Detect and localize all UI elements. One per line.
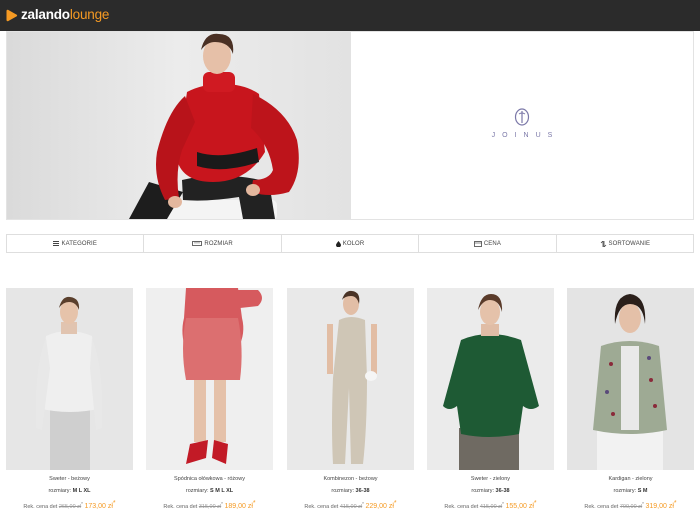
price-prefix: Rek. cena det: [304, 503, 339, 510]
size-values: S M: [637, 488, 648, 494]
size-values: 36-38: [355, 488, 370, 494]
filter-price[interactable]: CENA: [419, 235, 557, 252]
product-image: [287, 288, 414, 470]
product-name: Kombinezon - beżowy: [323, 476, 378, 482]
product-card[interactable]: Sweter - beżowy rozmiary: M L XL Rek. ce…: [6, 288, 133, 514]
product-sizes: rozmiary: 36-38: [471, 488, 510, 494]
filter-label: ROZMIAR: [204, 240, 233, 247]
sale-price: 173,00 zł: [84, 502, 113, 510]
price-footnote: *: [252, 500, 256, 507]
play-logo-icon: [6, 9, 18, 21]
price-prefix: Rek. cena det: [23, 503, 58, 510]
sale-price: 189,00 zł: [224, 502, 253, 510]
product-name: Spódnica ołówkowa - różowy: [174, 476, 245, 482]
product-image: [146, 288, 273, 470]
filter-categories[interactable]: KATEGORIE: [7, 235, 145, 252]
sale-price: 155,00 zł: [505, 502, 534, 510]
campaign-banner[interactable]: JOINUS: [6, 31, 694, 220]
drop-icon: [335, 240, 341, 247]
price-footnote: *: [393, 500, 397, 507]
size-values: 36-38: [495, 488, 510, 494]
price-footnote: *: [533, 500, 537, 507]
price-footnote: *: [642, 501, 644, 506]
product-price: Rek. cena det 700,00 zł* 319,00 zł*: [567, 500, 694, 510]
price-footnote: *: [112, 500, 116, 507]
sort-icon: [600, 240, 606, 247]
filter-label: SORTOWANIE: [608, 240, 651, 247]
price-prefix: Rek. cena det: [163, 503, 198, 510]
ruler-icon: [192, 241, 203, 246]
filter-label: KATEGORIE: [61, 240, 97, 247]
filter-label: KOLOR: [342, 240, 365, 247]
product-card[interactable]: Sweter - zielony rozmiary: 36-38 Rek. ce…: [427, 288, 554, 514]
product-price: Rek. cena det 315,00 zł* 189,00 zł*: [146, 500, 273, 510]
list-icon: [53, 241, 60, 246]
old-price: 415,00 zł: [339, 503, 363, 510]
filter-label: CENA: [483, 240, 501, 247]
brand-panel: JOINUS: [351, 32, 693, 219]
logo-word-zalando: zalando: [21, 7, 70, 22]
old-price: 700,00 zł: [619, 503, 643, 510]
filter-sort[interactable]: SORTOWANIE: [557, 235, 693, 252]
product-price: Rek. cena det 265,00 zł* 173,00 zł*: [6, 500, 133, 510]
product-sizes: rozmiary: 36-38: [331, 488, 370, 494]
filter-color[interactable]: KOLOR: [282, 235, 420, 252]
product-card[interactable]: Kombinezon - beżowy rozmiary: 36-38 Rek.…: [287, 288, 414, 514]
price-footnote: *: [221, 501, 223, 506]
product-sizes: rozmiary: S M: [613, 488, 648, 494]
product-image: [427, 288, 554, 470]
product-image: [567, 288, 694, 470]
product-sizes: rozmiary: M L XL: [48, 488, 91, 494]
price-footnote: *: [81, 501, 83, 506]
product-name: Sweter - zielony: [470, 476, 511, 482]
price-prefix: Rek. cena det: [584, 503, 619, 510]
size-values: S M L XL: [210, 488, 234, 494]
product-name: Kardigan - zielony: [608, 476, 653, 482]
sale-price: 319,00 zł: [645, 502, 674, 510]
product-grid: Sweter - beżowy rozmiary: M L XL Rek. ce…: [6, 288, 694, 514]
product-card[interactable]: Spódnica ołówkowa - różowy rozmiary: S M…: [146, 288, 273, 514]
filter-bar: KATEGORIE ROZMIAR KOLOR CENA SORTOWANIE: [6, 234, 694, 253]
price-footnote: *: [502, 501, 504, 506]
product-image: [6, 288, 133, 470]
price-footnote: *: [362, 501, 364, 506]
product-name: Sweter - beżowy: [49, 476, 90, 482]
product-price: Rek. cena det 415,00 zł* 229,00 zł*: [287, 500, 414, 510]
old-price: 315,00 zł: [198, 503, 222, 510]
product-card[interactable]: Kardigan - zielony rozmiary: S M Rek. ce…: [567, 288, 694, 514]
filter-size[interactable]: ROZMIAR: [144, 235, 282, 252]
price-prefix: Rek. cena det: [444, 503, 479, 510]
campaign-photo: [7, 32, 351, 219]
zalando-lounge-logo[interactable]: zalandolounge: [6, 6, 109, 24]
logo-word-lounge: lounge: [69, 7, 110, 22]
price-footnote: *: [673, 500, 677, 507]
size-values: M L XL: [72, 488, 91, 494]
brand-name: JOINUS: [491, 132, 560, 139]
product-sizes: rozmiary: S M L XL: [185, 488, 234, 494]
product-price: Rek. cena det 415,00 zł* 155,00 zł*: [427, 500, 554, 510]
sale-price: 229,00 zł: [365, 502, 394, 510]
wallet-icon: [473, 240, 482, 247]
old-price: 415,00 zł: [479, 503, 503, 510]
old-price: 265,00 zł: [58, 503, 82, 510]
joinus-logo-icon: [514, 108, 530, 126]
top-bar: zalandolounge: [0, 0, 700, 31]
